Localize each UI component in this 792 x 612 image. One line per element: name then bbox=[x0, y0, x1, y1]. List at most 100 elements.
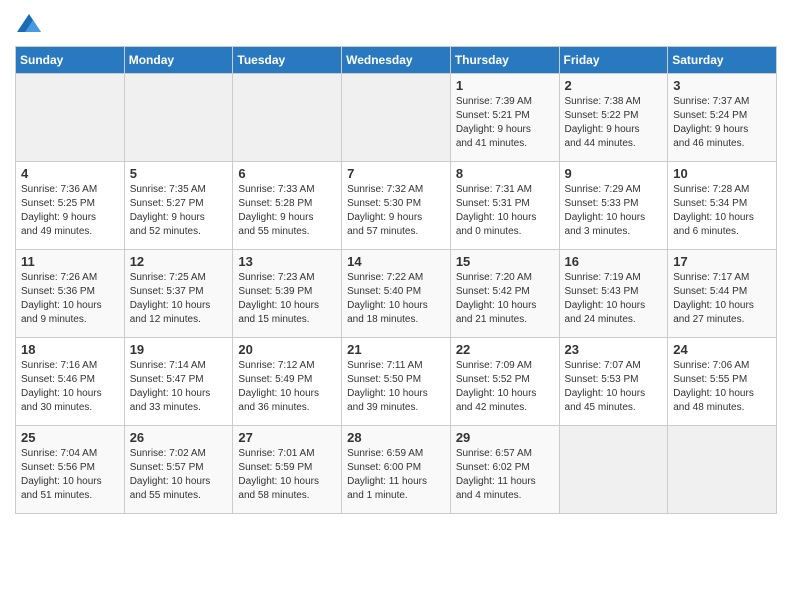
calendar-cell bbox=[124, 74, 233, 162]
day-number: 1 bbox=[456, 78, 554, 93]
calendar-cell: 8 Sunrise: 7:31 AM Sunset: 5:31 PM Daylig… bbox=[450, 162, 559, 250]
day-number: 18 bbox=[21, 342, 119, 357]
calendar-cell: 27Sunrise: 7:01 AM Sunset: 5:59 PM Dayli… bbox=[233, 426, 342, 514]
calendar-cell: 7 Sunrise: 7:32 AM Sunset: 5:30 PM Daylig… bbox=[342, 162, 451, 250]
calendar-cell: 9 Sunrise: 7:29 AM Sunset: 5:33 PM Daylig… bbox=[559, 162, 668, 250]
day-of-week-header: Thursday bbox=[450, 47, 559, 74]
calendar-week-row: 18Sunrise: 7:16 AM Sunset: 5:46 PM Dayli… bbox=[16, 338, 777, 426]
day-info: Sunrise: 7:17 AM Sunset: 5:44 PM Dayligh… bbox=[673, 271, 771, 327]
day-number: 13 bbox=[238, 254, 336, 269]
calendar-cell: 12 Sunrise: 7:25 AM Sunset: 5:37 PM Dayli… bbox=[124, 250, 233, 338]
calendar-cell: 11 Sunrise: 7:26 AM Sunset: 5:36 PM Dayli… bbox=[16, 250, 125, 338]
day-info: Sunrise: 7:04 AM Sunset: 5:56 PM Dayligh… bbox=[21, 447, 119, 503]
calendar-cell: 26 Sunrise: 7:02 AM Sunset: 5:57 PM Dayli… bbox=[124, 426, 233, 514]
day-info: Sunrise: 7:29 AM Sunset: 5:33 PM Dayligh… bbox=[565, 183, 663, 239]
day-number: 20 bbox=[238, 342, 336, 357]
day-of-week-header: Saturday bbox=[668, 47, 777, 74]
day-info: Sunrise: 7:32 AM Sunset: 5:30 PM Dayligh… bbox=[347, 183, 445, 239]
day-info: Sunrise: 7:06 AM Sunset: 5:55 PM Dayligh… bbox=[673, 359, 771, 415]
day-info: Sunrise: 7:28 AM Sunset: 5:34 PM Dayligh… bbox=[673, 183, 771, 239]
day-info: Sunrise: 7:09 AM Sunset: 5:52 PM Dayligh… bbox=[456, 359, 554, 415]
day-info: Sunrise: 7:07 AM Sunset: 5:53 PM Dayligh… bbox=[565, 359, 663, 415]
calendar-table: SundayMondayTuesdayWednesdayThursdayFrid… bbox=[15, 46, 777, 514]
day-info: Sunrise: 6:57 AM Sunset: 6:02 PM Dayligh… bbox=[456, 447, 554, 503]
day-number: 11 bbox=[21, 254, 119, 269]
day-number: 24 bbox=[673, 342, 771, 357]
day-info: Sunrise: 7:19 AM Sunset: 5:43 PM Dayligh… bbox=[565, 271, 663, 327]
logo-icon bbox=[15, 10, 43, 38]
day-number: 25 bbox=[21, 430, 119, 445]
day-number: 17 bbox=[673, 254, 771, 269]
calendar-cell: 6Sunrise: 7:33 AM Sunset: 5:28 PM Daylig… bbox=[233, 162, 342, 250]
day-number: 26 bbox=[130, 430, 228, 445]
day-number: 9 bbox=[565, 166, 663, 181]
day-info: Sunrise: 7:31 AM Sunset: 5:31 PM Dayligh… bbox=[456, 183, 554, 239]
day-number: 12 bbox=[130, 254, 228, 269]
calendar-week-row: 1 Sunrise: 7:39 AM Sunset: 5:21 PM Daylig… bbox=[16, 74, 777, 162]
day-number: 4 bbox=[21, 166, 119, 181]
calendar-cell: 16 Sunrise: 7:19 AM Sunset: 5:43 PM Dayli… bbox=[559, 250, 668, 338]
calendar-cell: 3Sunrise: 7:37 AM Sunset: 5:24 PM Daylig… bbox=[668, 74, 777, 162]
calendar-cell: 14 Sunrise: 7:22 AM Sunset: 5:40 PM Dayli… bbox=[342, 250, 451, 338]
day-number: 19 bbox=[130, 342, 228, 357]
day-of-week-header: Monday bbox=[124, 47, 233, 74]
calendar-cell bbox=[16, 74, 125, 162]
calendar-cell bbox=[342, 74, 451, 162]
day-info: Sunrise: 7:38 AM Sunset: 5:22 PM Dayligh… bbox=[565, 95, 663, 151]
calendar-cell: 1 Sunrise: 7:39 AM Sunset: 5:21 PM Daylig… bbox=[450, 74, 559, 162]
day-info: Sunrise: 7:26 AM Sunset: 5:36 PM Dayligh… bbox=[21, 271, 119, 327]
day-number: 29 bbox=[456, 430, 554, 445]
day-number: 23 bbox=[565, 342, 663, 357]
day-info: Sunrise: 7:23 AM Sunset: 5:39 PM Dayligh… bbox=[238, 271, 336, 327]
day-info: Sunrise: 7:02 AM Sunset: 5:57 PM Dayligh… bbox=[130, 447, 228, 503]
day-number: 22 bbox=[456, 342, 554, 357]
calendar-cell: 15 Sunrise: 7:20 AM Sunset: 5:42 PM Dayli… bbox=[450, 250, 559, 338]
calendar-cell: 29 Sunrise: 6:57 AM Sunset: 6:02 PM Dayli… bbox=[450, 426, 559, 514]
day-info: Sunrise: 7:12 AM Sunset: 5:49 PM Dayligh… bbox=[238, 359, 336, 415]
day-number: 28 bbox=[347, 430, 445, 445]
day-info: Sunrise: 7:35 AM Sunset: 5:27 PM Dayligh… bbox=[130, 183, 228, 239]
calendar-cell bbox=[233, 74, 342, 162]
calendar-header-row: SundayMondayTuesdayWednesdayThursdayFrid… bbox=[16, 47, 777, 74]
calendar-cell: 2 Sunrise: 7:38 AM Sunset: 5:22 PM Daylig… bbox=[559, 74, 668, 162]
calendar-cell: 25 Sunrise: 7:04 AM Sunset: 5:56 PM Dayli… bbox=[16, 426, 125, 514]
day-of-week-header: Sunday bbox=[16, 47, 125, 74]
day-info: Sunrise: 6:59 AM Sunset: 6:00 PM Dayligh… bbox=[347, 447, 445, 503]
day-info: Sunrise: 7:39 AM Sunset: 5:21 PM Dayligh… bbox=[456, 95, 554, 151]
day-info: Sunrise: 7:25 AM Sunset: 5:37 PM Dayligh… bbox=[130, 271, 228, 327]
calendar-cell: 28 Sunrise: 6:59 AM Sunset: 6:00 PM Dayli… bbox=[342, 426, 451, 514]
day-info: Sunrise: 7:20 AM Sunset: 5:42 PM Dayligh… bbox=[456, 271, 554, 327]
day-number: 6 bbox=[238, 166, 336, 181]
calendar-cell bbox=[668, 426, 777, 514]
calendar-week-row: 25 Sunrise: 7:04 AM Sunset: 5:56 PM Dayli… bbox=[16, 426, 777, 514]
calendar-cell: 4Sunrise: 7:36 AM Sunset: 5:25 PM Daylig… bbox=[16, 162, 125, 250]
day-number: 16 bbox=[565, 254, 663, 269]
day-number: 10 bbox=[673, 166, 771, 181]
calendar-cell: 19Sunrise: 7:14 AM Sunset: 5:47 PM Dayli… bbox=[124, 338, 233, 426]
day-number: 21 bbox=[347, 342, 445, 357]
calendar-cell: 23 Sunrise: 7:07 AM Sunset: 5:53 PM Dayli… bbox=[559, 338, 668, 426]
logo bbox=[15, 10, 47, 38]
day-number: 5 bbox=[130, 166, 228, 181]
day-of-week-header: Friday bbox=[559, 47, 668, 74]
day-of-week-header: Wednesday bbox=[342, 47, 451, 74]
calendar-cell: 13 Sunrise: 7:23 AM Sunset: 5:39 PM Dayli… bbox=[233, 250, 342, 338]
calendar-cell: 5 Sunrise: 7:35 AM Sunset: 5:27 PM Daylig… bbox=[124, 162, 233, 250]
day-number: 2 bbox=[565, 78, 663, 93]
day-of-week-header: Tuesday bbox=[233, 47, 342, 74]
calendar-week-row: 11 Sunrise: 7:26 AM Sunset: 5:36 PM Dayli… bbox=[16, 250, 777, 338]
calendar-cell: 22 Sunrise: 7:09 AM Sunset: 5:52 PM Dayli… bbox=[450, 338, 559, 426]
calendar-cell: 24 Sunrise: 7:06 AM Sunset: 5:55 PM Dayli… bbox=[668, 338, 777, 426]
day-number: 15 bbox=[456, 254, 554, 269]
calendar-cell: 21Sunrise: 7:11 AM Sunset: 5:50 PM Dayli… bbox=[342, 338, 451, 426]
day-number: 3 bbox=[673, 78, 771, 93]
calendar-cell: 17 Sunrise: 7:17 AM Sunset: 5:44 PM Dayli… bbox=[668, 250, 777, 338]
calendar-cell bbox=[559, 426, 668, 514]
day-number: 7 bbox=[347, 166, 445, 181]
day-number: 14 bbox=[347, 254, 445, 269]
calendar-cell: 20 Sunrise: 7:12 AM Sunset: 5:49 PM Dayli… bbox=[233, 338, 342, 426]
page-header bbox=[15, 10, 777, 38]
day-number: 8 bbox=[456, 166, 554, 181]
day-info: Sunrise: 7:22 AM Sunset: 5:40 PM Dayligh… bbox=[347, 271, 445, 327]
calendar-cell: 18Sunrise: 7:16 AM Sunset: 5:46 PM Dayli… bbox=[16, 338, 125, 426]
